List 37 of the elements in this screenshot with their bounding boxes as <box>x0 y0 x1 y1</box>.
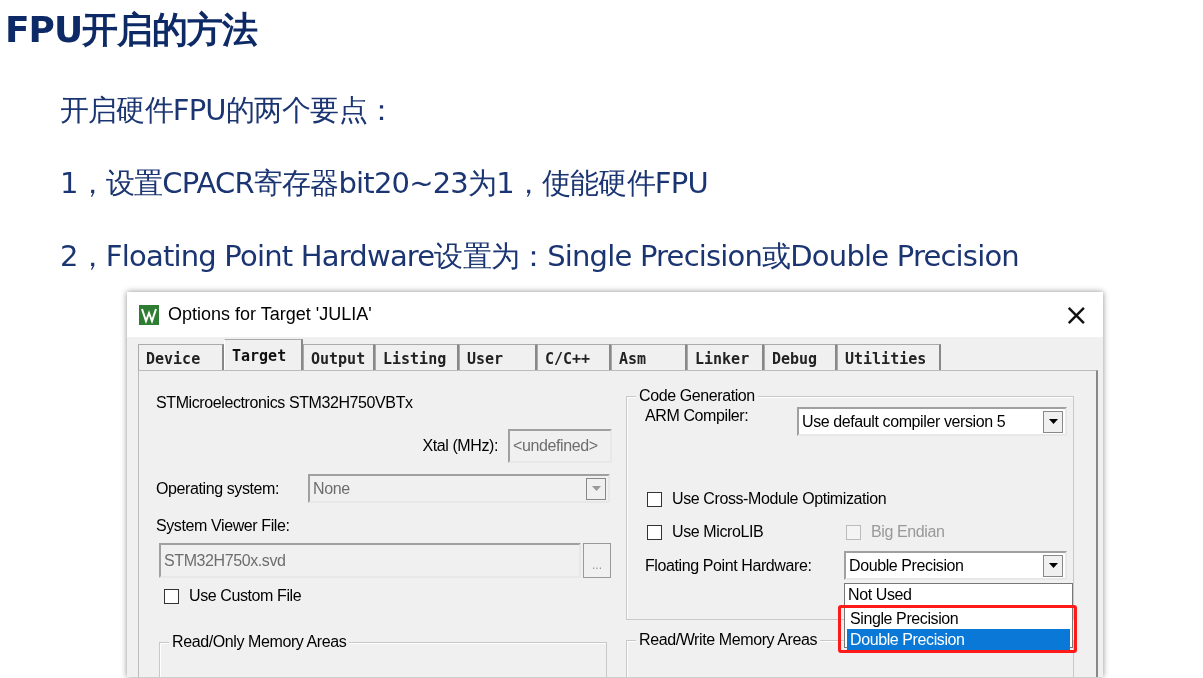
tab[interactable]: Target <box>224 339 303 370</box>
checkbox-label: Use Cross-Module Optimization <box>672 490 887 508</box>
field-label: ARM Compiler: <box>645 407 750 425</box>
checkbox-label: Use MicroLIB <box>672 523 764 541</box>
group-title: Read/Write Memory Areas <box>636 630 821 650</box>
tab[interactable]: Debug <box>764 344 837 370</box>
bullet-text: 开启硬件FPU的两个要点： <box>60 92 395 128</box>
checkbox[interactable] <box>164 589 179 604</box>
tab[interactable]: Listing <box>375 344 459 370</box>
tab[interactable]: Asm <box>611 344 687 370</box>
window-title: Options for Target 'JULIA' <box>168 304 373 325</box>
field-label: Operating system: <box>156 479 281 498</box>
checkbox[interactable] <box>647 491 662 507</box>
bullet-text: 2，Floating Point Hardware设置为：Single Precision或Double Precision <box>60 238 1019 274</box>
tab[interactable]: C/C++ <box>537 344 611 370</box>
device-name: STMicroelectronics STM32H750VBTx <box>156 393 413 413</box>
close-button[interactable]: × <box>1063 299 1103 330</box>
tab[interactable]: Linker <box>687 344 764 370</box>
slide-title: FPU开启的方法 <box>5 8 259 52</box>
dropdown-option[interactable]: Double Precision <box>847 629 1070 650</box>
caret-icon <box>1048 419 1058 424</box>
bullet-text: 1，设置CPACR寄存器bit20~23为1，使能硬件FPU <box>60 165 708 201</box>
caret-icon <box>591 486 601 491</box>
caret-icon <box>1048 563 1058 568</box>
tab[interactable]: Output <box>303 344 375 370</box>
field-label: System Viewer File: <box>156 516 290 536</box>
dropdown[interactable]: Use default compiler version 5 <box>797 407 1067 436</box>
checkbox-label: Use Custom File <box>189 587 302 606</box>
checkbox[interactable] <box>647 524 662 540</box>
field-label: Floating Point Hardware: <box>645 556 813 575</box>
checkbox-label: Big Endian <box>871 523 945 541</box>
tab[interactable]: User <box>459 344 537 370</box>
tab[interactable]: Device <box>138 344 224 370</box>
app-icon <box>139 304 159 325</box>
tab[interactable]: Utilities <box>837 344 941 370</box>
dropdown[interactable]: Double Precision <box>844 551 1067 580</box>
field-label: Xtal (MHz): <box>422 437 498 455</box>
